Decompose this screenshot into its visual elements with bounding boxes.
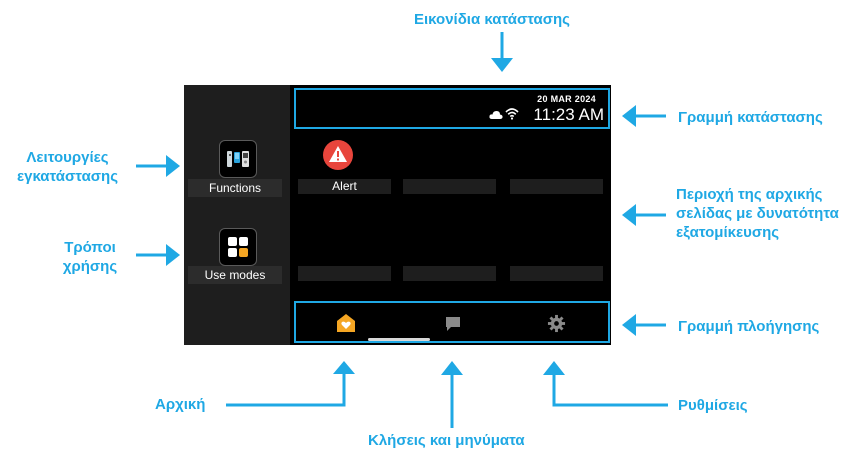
callout-use-modes: Τρόποι χρήσης [62, 239, 118, 275]
arrow-left-navigation-bar [622, 314, 666, 336]
home-widget-alert-label: Alert [298, 179, 391, 194]
arrow-right-functions [136, 155, 180, 177]
callout-calls-messages: Κλήσεις και μηνύματα [368, 432, 525, 449]
callout-status-bar: Γραμμή κατάστασης [678, 109, 823, 126]
navigation-bar [294, 301, 610, 343]
empty-widget-slot[interactable] [510, 179, 603, 194]
chat-bubble-icon [446, 317, 460, 331]
device-screen: Functions Use modes 20 MAR 2024 11:23 AM… [184, 85, 611, 345]
home-heart-icon [337, 314, 355, 332]
alert-triangle-icon [323, 140, 353, 170]
status-date: 20 MAR 2024 [537, 94, 596, 104]
arrow-calls-messages [441, 361, 463, 428]
arrow-right-use-modes [136, 244, 180, 266]
callout-customizable-home-area: Περιοχή της αρχικής σελίδας με δυνατότητ… [676, 186, 839, 241]
nav-active-indicator [368, 338, 430, 341]
arrow-left-home-area [622, 204, 666, 226]
callout-settings: Ρυθμίσεις [678, 397, 748, 414]
callout-installation-functions: Λειτουργίες εγκατάστασης [16, 149, 119, 185]
status-time: 11:23 AM [533, 105, 604, 124]
sidebar-item-functions-label: Functions [188, 179, 282, 197]
status-bar: 20 MAR 2024 11:23 AM [294, 88, 610, 129]
arrow-settings [543, 361, 668, 407]
empty-widget-slot[interactable] [403, 179, 496, 194]
nav-calls-messages-button[interactable] [444, 315, 462, 333]
sidebar: Functions Use modes [184, 85, 290, 345]
arrow-home [226, 361, 355, 407]
arrow-down-status-icons [491, 32, 513, 72]
nav-settings-button[interactable] [547, 314, 566, 333]
nav-home-button[interactable] [336, 313, 356, 333]
sidebar-item-use-modes-label: Use modes [188, 266, 282, 284]
grid-modes-icon [219, 228, 257, 266]
gear-icon [547, 314, 566, 333]
arrow-left-status-bar [622, 105, 666, 127]
intercom-devices-icon [219, 140, 257, 178]
empty-widget-slot[interactable] [510, 266, 603, 281]
empty-widget-slot[interactable] [403, 266, 496, 281]
wifi-icon [505, 108, 519, 120]
callout-home: Αρχική [155, 396, 206, 413]
callout-status-icons: Εικονίδια κατάστασης [414, 11, 570, 28]
empty-widget-slot[interactable] [298, 266, 391, 281]
callout-navigation-bar: Γραμμή πλοήγησης [678, 318, 820, 335]
cloud-icon [489, 111, 503, 119]
